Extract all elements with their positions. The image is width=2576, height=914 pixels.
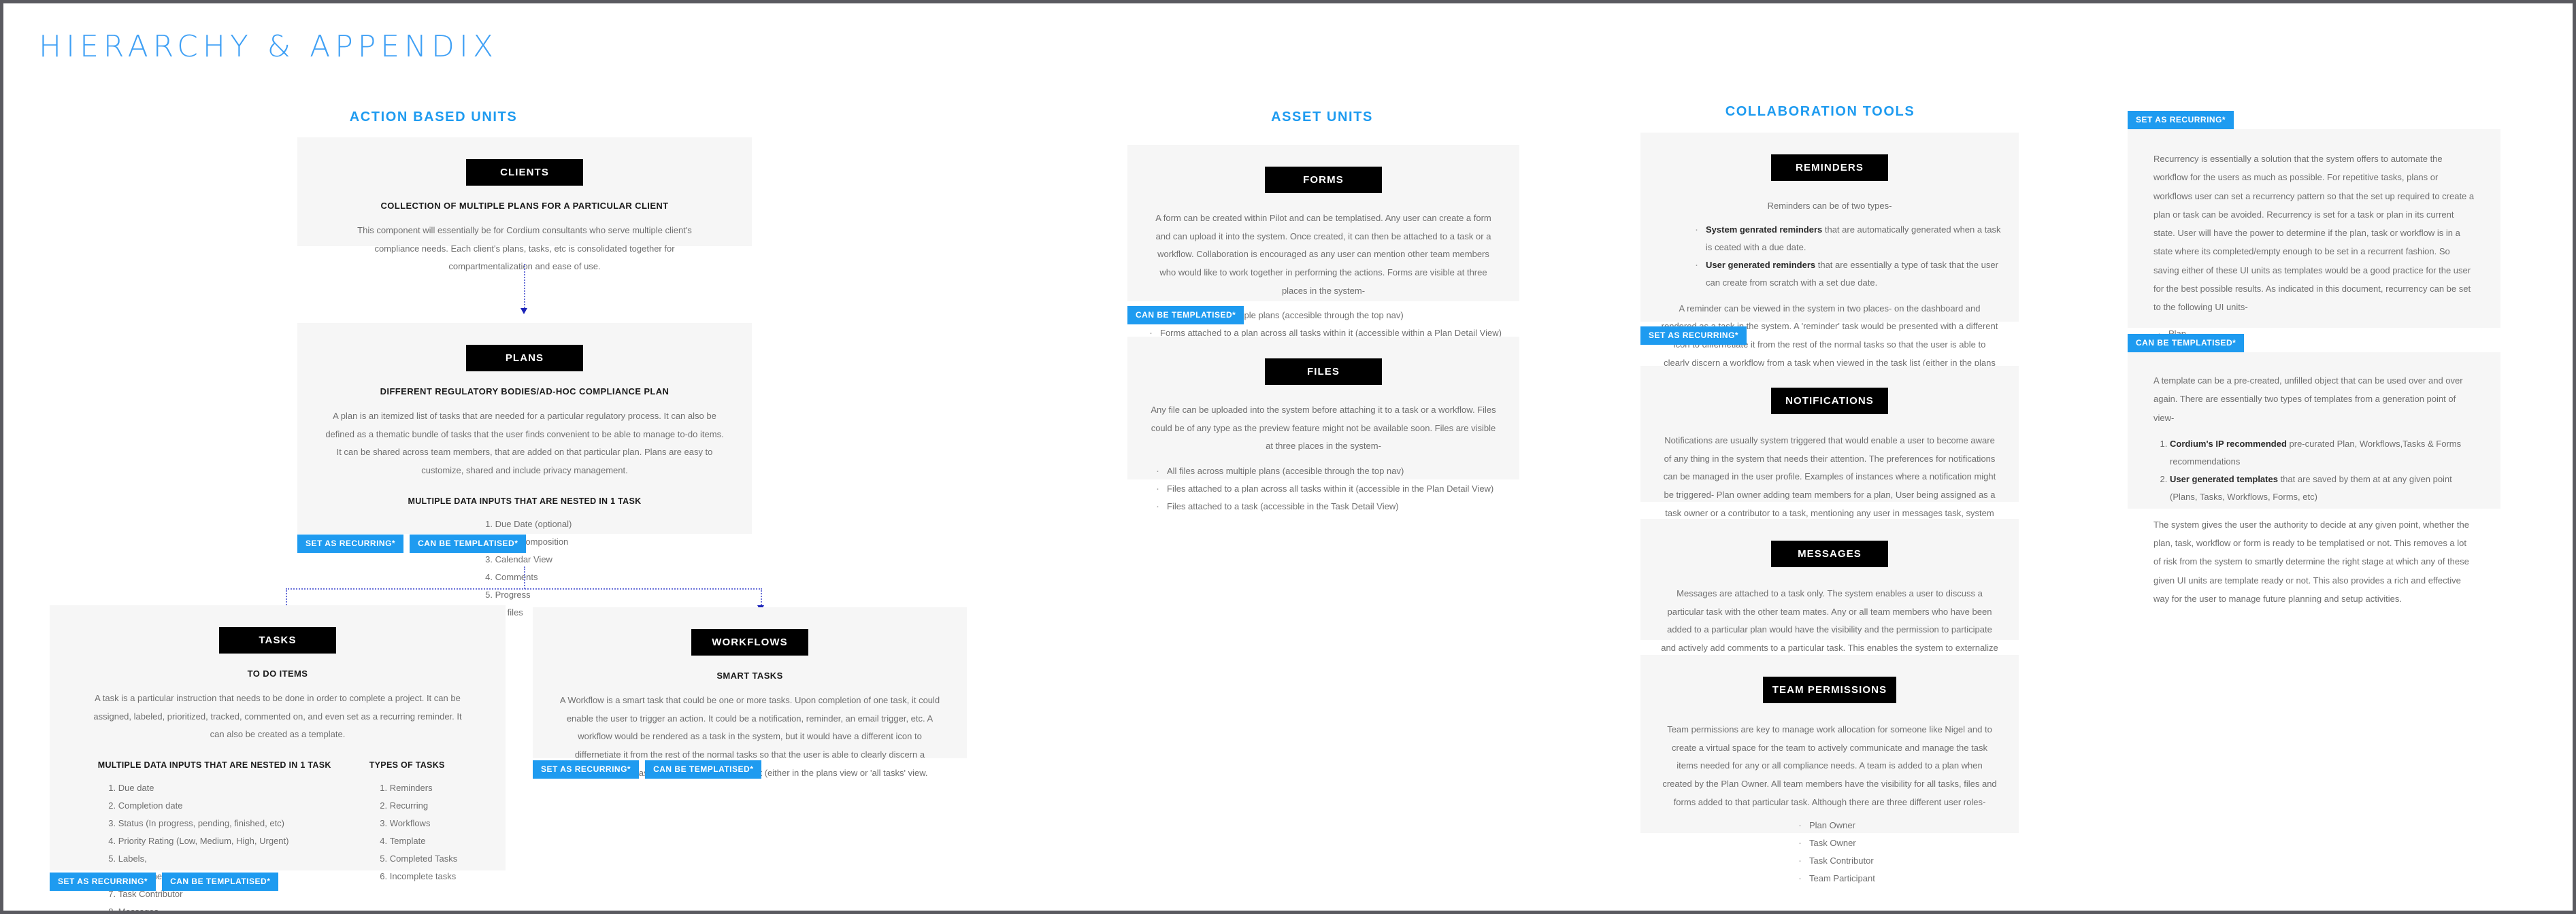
tasks-inputs-head: MULTIPLE DATA INPUTS THAT ARE NESTED IN … [97, 760, 331, 770]
list-item: Due Date (optional) [495, 515, 572, 533]
list-item-bold: User generated templates [2170, 473, 2278, 484]
chip-reminders[interactable]: REMINDERS [1771, 154, 1888, 181]
chip-forms[interactable]: FORMS [1265, 167, 1382, 193]
tasks-body: A task is a particular instruction that … [93, 693, 462, 740]
plans-subhead: DIFFERENT REGULATORY BODIES/AD-HOC COMPL… [380, 386, 670, 396]
card-files: FILES Any file can be uploaded into the … [1127, 337, 1519, 517]
card-forms: FORMS A form can be created within Pilot… [1127, 145, 1519, 361]
team-permissions-body: Team permissions are key to manage work … [1662, 724, 1997, 807]
list-item: Messages [118, 903, 331, 911]
list-item-bold: Cordium's IP recommended [2170, 438, 2287, 449]
workflows-subhead: SMART TASKS [716, 671, 783, 681]
reminders-types-list: System genrated reminders that are autom… [1658, 220, 2001, 292]
card-tasks: TASKS TO DO ITEMS A task is a particular… [50, 605, 506, 911]
list-item: Workflows [390, 815, 457, 832]
list-item: Labels, [118, 850, 331, 868]
templatised-panel-items-list: Cordium's IP recommended pre-curated Pla… [2153, 435, 2475, 506]
chip-files[interactable]: FILES [1265, 358, 1382, 385]
chip-plans[interactable]: PLANS [466, 345, 583, 371]
badge-can-be-templatised[interactable]: CAN BE TEMPLATISED* [645, 760, 762, 779]
panel-can-be-templatised: A template can be a pre-created, unfille… [2128, 352, 2500, 604]
badge-can-be-templatised[interactable]: CAN BE TEMPLATISED* [410, 535, 527, 553]
reminders-badges: SET AS RECURRING* [1640, 326, 1747, 345]
card-plans: PLANS DIFFERENT REGULATORY BODIES/AD-HOC… [297, 323, 752, 617]
forms-badges: CAN BE TEMPLATISED* [1127, 306, 1244, 324]
slide-canvas: HIERARCHY & APPENDIX ACTION BASED UNITS … [0, 0, 2576, 914]
tasks-subhead: TO DO ITEMS [247, 668, 308, 679]
list-item: User generated reminders that are essent… [1691, 255, 2001, 292]
badge-set-as-recurring[interactable]: SET AS RECURRING* [50, 873, 156, 891]
badge-set-as-recurring[interactable]: SET AS RECURRING* [1640, 326, 1747, 345]
list-item: Task Owner [1794, 833, 2001, 853]
list-item: Template [390, 832, 457, 850]
card-clients: CLIENTS COLLECTION OF MULTIPLE PLANS FOR… [297, 137, 752, 271]
card-messages: MESSAGES Messages are attached to a task… [1640, 519, 2019, 671]
chip-team-permissions[interactable]: TEAM PERMISSIONS [1763, 677, 1896, 703]
list-item: Plan Owner [1794, 815, 2001, 836]
card-reminders: REMINDERS Reminders can be of two types-… [1640, 133, 2019, 386]
list-item: Team Participant [1794, 868, 2001, 889]
column-heading-asset-units: ASSET UNITS [1271, 109, 1373, 124]
page-title: HIERARCHY & APPENDIX [39, 29, 498, 64]
column-heading-collaboration-tools: COLLABORATION TOOLS [1725, 104, 1915, 119]
clients-subhead: COLLECTION OF MULTIPLE PLANS FOR A PARTI… [380, 201, 669, 211]
list-item: Files attached to a plan across all task… [1152, 479, 1502, 499]
templatised-panel-intro: A template can be a pre-created, unfille… [2153, 375, 2463, 423]
templatised-panel-outro: The system gives the user the authority … [2153, 519, 2469, 605]
badge-set-as-recurring[interactable]: SET AS RECURRING* [297, 535, 404, 553]
list-item: Due date [118, 779, 331, 797]
card-workflows: WORKFLOWS SMART TASKS A Workflow is a sm… [533, 607, 967, 778]
tasks-types-head: TYPES OF TASKS [369, 760, 445, 770]
column-heading-action-based-units: ACTION BASED UNITS [349, 109, 518, 124]
list-item: Status (In progress, pending, finished, … [118, 815, 331, 832]
plans-body: A plan is an itemized list of tasks that… [325, 411, 724, 475]
list-item: Completed Tasks [390, 850, 457, 868]
list-item: All files across multiple plans (accesib… [1152, 461, 1502, 481]
tasks-inputs-list: Due date Completion date Status (In prog… [98, 779, 331, 911]
recurring-panel-body: Recurrency is essentially a solution tha… [2153, 154, 2475, 313]
badge-set-as-recurring[interactable]: SET AS RECURRING* [2128, 111, 2234, 129]
card-team-permissions: TEAM PERMISSIONS Team permissions are ke… [1640, 655, 2019, 889]
team-permissions-roles-list: Plan Owner Task Owner Task Contributor T… [1658, 815, 2001, 889]
list-item: User generated templates that are saved … [2170, 471, 2475, 506]
chip-notifications[interactable]: NOTIFICATIONS [1771, 388, 1888, 414]
files-body: Any file can be uploaded into the system… [1151, 405, 1496, 452]
list-item-bold: User generated reminders [1706, 259, 1816, 270]
list-item: Task Contributor [1794, 851, 2001, 871]
plans-badges: SET AS RECURRING* CAN BE TEMPLATISED* [297, 535, 527, 553]
badge-can-be-templatised[interactable]: CAN BE TEMPLATISED* [2128, 334, 2245, 352]
tasks-badges: SET AS RECURRING* CAN BE TEMPLATISED* [50, 873, 279, 891]
files-items-list: All files across multiple plans (accesib… [1145, 461, 1502, 517]
list-item: Calendar View [495, 551, 572, 569]
panel-set-as-recurring: Recurrency is essentially a solution tha… [2128, 129, 2500, 397]
plans-list-head: MULTIPLE DATA INPUTS THAT ARE NESTED IN … [408, 496, 642, 506]
chip-messages[interactable]: MESSAGES [1771, 541, 1888, 567]
card-notifications: NOTIFICATIONS Notifications are usually … [1640, 366, 2019, 536]
recurring-panel-badge-row: SET AS RECURRING* [2128, 111, 2234, 129]
chip-clients[interactable]: CLIENTS [466, 159, 583, 186]
list-item: Reminders [390, 779, 457, 797]
list-item: Completion date [118, 797, 331, 815]
list-item-bold: System genrated reminders [1706, 224, 1823, 235]
tasks-types-list: Reminders Recurring Workflows Template C… [369, 779, 457, 885]
badge-can-be-templatised[interactable]: CAN BE TEMPLATISED* [1127, 306, 1244, 324]
chip-tasks[interactable]: TASKS [219, 627, 336, 654]
list-item: Recurring [390, 797, 457, 815]
tasks-types-group: TYPES OF TASKS Reminders Recurring Workf… [369, 744, 457, 911]
list-item: Incomplete tasks [390, 868, 457, 885]
workflows-badges: SET AS RECURRING* CAN BE TEMPLATISED* [533, 760, 762, 779]
reminders-intro: Reminders can be of two types- [1767, 201, 1892, 211]
list-item: System genrated reminders that are autom… [1691, 220, 2001, 256]
badge-can-be-templatised[interactable]: CAN BE TEMPLATISED* [162, 873, 279, 891]
badge-set-as-recurring[interactable]: SET AS RECURRING* [533, 760, 640, 779]
list-item: Comments [495, 569, 572, 586]
chip-workflows[interactable]: WORKFLOWS [691, 629, 808, 656]
templatised-panel-badge-row: CAN BE TEMPLATISED* [2128, 334, 2245, 352]
list-item: Cordium's IP recommended pre-curated Pla… [2170, 435, 2475, 471]
forms-body: A form can be created within Pilot and c… [1155, 213, 1491, 296]
list-item: Priority Rating (Low, Medium, High, Urge… [118, 832, 331, 850]
list-item: Files attached to a task (accessible in … [1152, 496, 1502, 517]
